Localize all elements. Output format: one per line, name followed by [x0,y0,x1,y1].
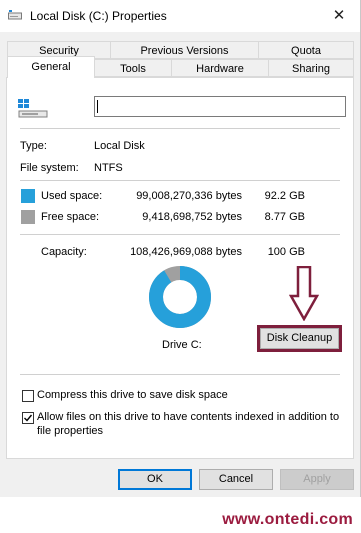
compress-checkbox[interactable] [22,390,34,402]
separator [20,374,340,375]
used-space-label: Used space: [41,190,103,202]
tab-tools[interactable]: Tools [94,59,172,77]
close-icon[interactable]: ✕ [328,5,350,27]
index-label-line2: file properties [37,425,104,437]
down-arrow-icon [289,266,319,321]
drive-name-input[interactable] [94,96,346,117]
type-value: Local Disk [94,140,145,152]
separator [20,128,340,129]
file-system-value: NTFS [94,162,123,174]
drive-label: Drive C: [162,339,202,351]
separator [20,180,340,181]
compress-label: Compress this drive to save disk space [37,389,228,401]
tab-hardware[interactable]: Hardware [171,59,269,77]
used-space-swatch [21,189,35,203]
used-space-arc [149,266,211,328]
checkmark-icon [24,414,33,422]
free-space-swatch [21,210,35,224]
type-label: Type: [20,140,47,152]
site-watermark: www.ontedi.com [222,511,353,528]
tab-previous-versions[interactable]: Previous Versions [110,41,259,59]
used-space-gb: 92.2 GB [264,190,305,202]
tab-quota[interactable]: Quota [258,41,354,59]
disk-cleanup-button[interactable]: Disk Cleanup [260,328,339,349]
cancel-button[interactable]: Cancel [199,469,273,490]
drive-icon [8,10,22,20]
tab-sharing[interactable]: Sharing [268,59,354,77]
index-label-line1: Allow files on this drive to have conten… [37,411,340,423]
properties-window: Local Disk (C:) Properties ✕ Security Pr… [0,0,361,497]
free-space-label: Free space: [41,211,100,223]
ok-button[interactable]: OK [118,469,192,490]
used-space-bytes: 99,008,270,336 bytes [136,190,242,202]
apply-button[interactable]: Apply [280,469,354,490]
separator [20,234,340,235]
disk-usage-donut [149,266,211,328]
window-title: Local Disk (C:) Properties [30,9,167,23]
capacity-bytes: 108,426,969,088 bytes [130,246,242,258]
drive-icon [18,99,48,118]
capacity-gb: 100 GB [267,246,305,258]
title-bar: Local Disk (C:) Properties ✕ [0,0,360,32]
free-space-bytes: 9,418,698,752 bytes [142,211,242,223]
free-space-gb: 8.77 GB [264,211,305,223]
text-caret [97,100,98,113]
capacity-label: Capacity: [41,246,87,258]
file-system-label: File system: [20,162,79,174]
index-checkbox[interactable] [22,412,34,424]
tab-general[interactable]: General [7,56,95,78]
